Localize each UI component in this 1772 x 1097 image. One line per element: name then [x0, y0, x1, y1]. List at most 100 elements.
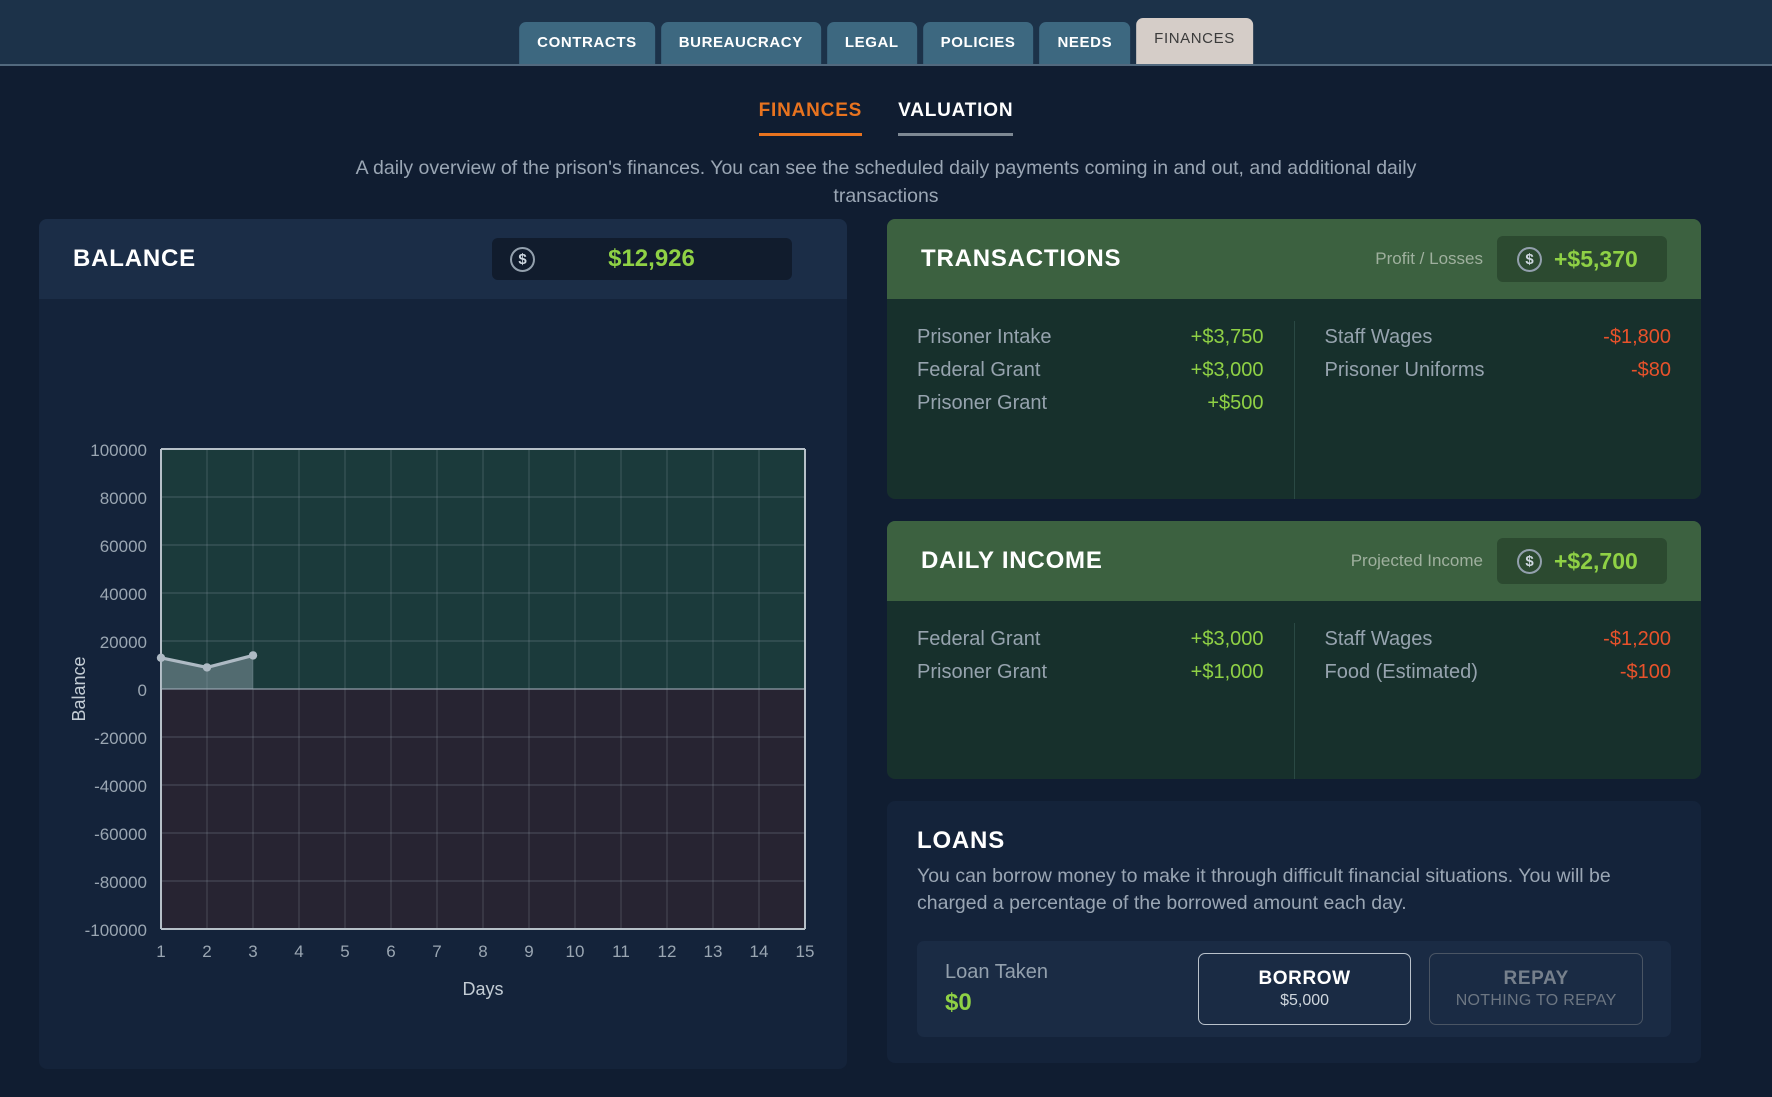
- loan-taken-value: $0: [945, 989, 972, 1017]
- ledger-label: Prisoner Grant: [917, 661, 1048, 683]
- balance-panel: BALANCE $ $12,926 100000 80000 60000 40000 2…: [39, 219, 847, 1069]
- svg-text:9: 9: [524, 942, 533, 961]
- borrow-button-amount: $5,000: [1280, 991, 1330, 1009]
- top-tab-policies[interactable]: POLICIES: [922, 22, 1034, 64]
- daily-income-summary-value: +$2,700: [1554, 547, 1638, 574]
- right-column: TRANSACTIONS Profit / Losses $ +$5,370 P…: [887, 219, 1701, 1063]
- svg-text:15: 15: [796, 942, 815, 961]
- svg-text:13: 13: [704, 942, 723, 961]
- top-tab-label: LEGAL: [844, 34, 899, 51]
- loan-taken-group: Loan Taken $0: [945, 958, 1198, 1019]
- transactions-title: TRANSACTIONS: [921, 245, 1122, 272]
- repay-button-label: REPAY: [1503, 967, 1569, 989]
- tab-finances[interactable]: FINANCES: [758, 100, 863, 136]
- svg-text:6: 6: [386, 942, 395, 961]
- daily-income-income-column: Federal Grant +$3,000 Prisoner Grant +$1…: [887, 623, 1295, 779]
- daily-income-summary-badge: $ +$2,700: [1497, 538, 1667, 584]
- balance-title: BALANCE: [73, 245, 196, 272]
- ledger-value: +$3,000: [1190, 628, 1264, 650]
- daily-income-summary-label: Projected Income: [1350, 551, 1483, 570]
- ledger-label: Staff Wages: [1324, 326, 1433, 348]
- balance-amount: $12,926: [608, 245, 695, 272]
- ledger-value: -$1,200: [1603, 628, 1671, 650]
- ledger-label: Staff Wages: [1324, 628, 1433, 650]
- top-tab-label: NEEDS: [1057, 34, 1113, 51]
- tab-valuation[interactable]: VALUATION: [898, 100, 1014, 136]
- top-tab-label: CONTRACTS: [537, 34, 637, 51]
- balance-amount-badge: $ $12,926: [492, 238, 792, 280]
- ledger-label: Federal Grant: [917, 628, 1041, 650]
- sub-tab-list: FINANCES VALUATION: [0, 100, 1772, 136]
- balance-header: BALANCE $ $12,926: [39, 219, 847, 299]
- svg-text:40000: 40000: [100, 585, 147, 604]
- transactions-expense-column: Staff Wages -$1,800 Prisoner Uniforms -$…: [1295, 321, 1702, 499]
- transactions-header: TRANSACTIONS Profit / Losses $ +$5,370: [887, 219, 1701, 299]
- daily-income-panel: DAILY INCOME Projected Income $ +$2,700 …: [887, 521, 1701, 779]
- transactions-panel: TRANSACTIONS Profit / Losses $ +$5,370 P…: [887, 219, 1701, 499]
- ledger-value: -$100: [1619, 661, 1671, 683]
- top-tab-list: CONTRACTS BUREAUCRACY LEGAL POLICIES NEE…: [519, 18, 1253, 64]
- transactions-ledger: Prisoner Intake +$3,750 Federal Grant +$…: [887, 299, 1701, 499]
- svg-text:3: 3: [248, 942, 257, 961]
- ledger-label: Food (Estimated): [1324, 661, 1478, 683]
- transactions-summary-badge: $ +$5,370: [1497, 236, 1667, 282]
- loans-panel: LOANS You can borrow money to make it th…: [887, 801, 1701, 1063]
- svg-text:14: 14: [750, 942, 769, 961]
- loans-title: LOANS: [917, 827, 1005, 854]
- ledger-row: Federal Grant +$3,000: [917, 623, 1264, 656]
- borrow-button-label: BORROW: [1258, 967, 1351, 989]
- svg-text:100000: 100000: [90, 441, 147, 460]
- transactions-summary-label: Profit / Losses: [1375, 249, 1483, 268]
- top-tab-contracts[interactable]: CONTRACTS: [519, 22, 655, 64]
- top-tab-finances[interactable]: FINANCES: [1136, 18, 1253, 64]
- loan-action-bar: Loan Taken $0 BORROW $5,000 REPAY NOTHIN…: [917, 940, 1671, 1037]
- ledger-value: -$1,800: [1603, 326, 1671, 348]
- daily-income-header: DAILY INCOME Projected Income $ +$2,700: [887, 521, 1701, 601]
- svg-text:80000: 80000: [100, 489, 147, 508]
- svg-text:10: 10: [566, 942, 585, 961]
- top-tab-label: BUREAUCRACY: [678, 34, 803, 51]
- svg-text:60000: 60000: [100, 537, 147, 556]
- svg-text:8: 8: [478, 942, 487, 961]
- ledger-value: +$3,750: [1190, 326, 1264, 348]
- ledger-row: Federal Grant +$3,000: [917, 354, 1264, 387]
- svg-text:-100000: -100000: [85, 921, 147, 940]
- ledger-row: Food (Estimated) -$100: [1325, 656, 1672, 689]
- ledger-value: +$3,000: [1190, 359, 1264, 381]
- ledger-row: Staff Wages -$1,200: [1325, 623, 1672, 656]
- balance-chart-svg: 100000 80000 60000 40000 20000 0 -20000 -40000 -…: [69, 441, 815, 999]
- svg-text:11: 11: [612, 942, 630, 961]
- top-tab-bureaucracy[interactable]: BUREAUCRACY: [660, 22, 821, 64]
- svg-text:2: 2: [202, 942, 211, 961]
- svg-text:-80000: -80000: [94, 873, 147, 892]
- daily-income-title: DAILY INCOME: [921, 547, 1103, 574]
- svg-text:-20000: -20000: [94, 729, 147, 748]
- top-tab-label: POLICIES: [940, 34, 1016, 51]
- daily-income-expense-column: Staff Wages -$1,200 Food (Estimated) -$1…: [1295, 623, 1702, 779]
- ledger-label: Prisoner Uniforms: [1324, 359, 1485, 381]
- svg-text:5: 5: [340, 942, 349, 961]
- daily-income-ledger: Federal Grant +$3,000 Prisoner Grant +$1…: [887, 601, 1701, 779]
- ledger-value: +$500: [1207, 392, 1264, 414]
- top-tab-label: FINANCES: [1154, 30, 1235, 47]
- repay-button-sublabel: NOTHING TO REPAY: [1455, 991, 1617, 1009]
- page-description: A daily overview of the prison's finance…: [355, 157, 1417, 208]
- svg-text:4: 4: [294, 942, 303, 961]
- transactions-summary-value: +$5,370: [1554, 245, 1638, 272]
- top-tab-bar: CONTRACTS BUREAUCRACY LEGAL POLICIES NEE…: [0, 0, 1772, 66]
- top-tab-needs[interactable]: NEEDS: [1039, 22, 1131, 64]
- ledger-value: -$80: [1630, 359, 1671, 381]
- ledger-label: Prisoner Intake: [917, 326, 1052, 348]
- top-tab-legal[interactable]: LEGAL: [826, 22, 917, 64]
- borrow-button[interactable]: BORROW $5,000: [1197, 952, 1412, 1025]
- ledger-row: Prisoner Intake +$3,750: [917, 321, 1264, 354]
- svg-text:-60000: -60000: [94, 825, 147, 844]
- repay-button[interactable]: REPAY NOTHING TO REPAY: [1429, 952, 1643, 1025]
- dollar-coin-icon: $: [1517, 548, 1542, 574]
- ledger-row: Prisoner Grant +$1,000: [917, 656, 1264, 689]
- balance-chart: 100000 80000 60000 40000 20000 0 -20000 -40000 -…: [39, 299, 847, 1069]
- ledger-row: Prisoner Uniforms -$80: [1325, 354, 1672, 387]
- loan-taken-label: Loan Taken: [945, 961, 1049, 984]
- ledger-label: Prisoner Grant: [917, 392, 1048, 414]
- svg-text:12: 12: [658, 942, 677, 961]
